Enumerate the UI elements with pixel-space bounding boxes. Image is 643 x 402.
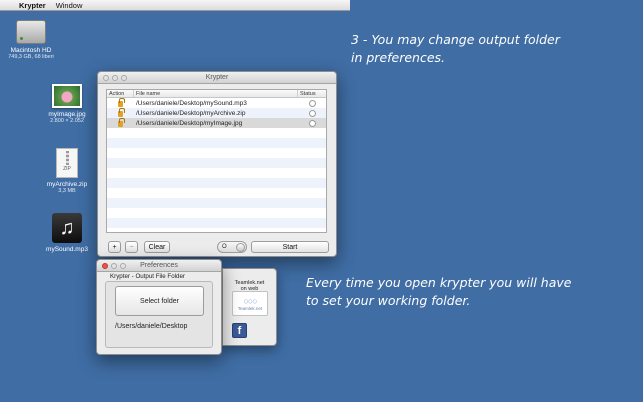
column-header-status[interactable]: Status [298,90,326,97]
menu-bar: Krypter Window [0,0,350,11]
close-button[interactable] [102,263,108,269]
desktop-icon-macintosh-hd[interactable]: Macintosh HD 749,3 GB, 68 liberi [4,20,58,61]
window-title: Krypter [205,74,229,81]
desktop-icon-myarchive[interactable]: ZIP myArchive.zip 3,3 MB [40,148,94,195]
desktop-icon-sublabel: 2.800 × 2.052 [50,118,84,124]
status-indicator [308,119,316,127]
file-name-cell: /Users/daniele/Desktop/myImage.jpg [136,119,243,127]
table-row[interactable]: /Users/daniele/Desktop/myImage.jpg [107,117,326,128]
music-file-icon: ♫ [52,213,82,243]
window-title: Preferences [140,262,178,269]
remove-file-button[interactable]: − [125,241,138,253]
zoom-button[interactable] [121,75,127,81]
table-row[interactable]: /Users/daniele/Desktop/myArchive.zip [107,107,326,118]
caption-top: 3 - You may change output folder in pref… [351,32,560,65]
desktop-icon-sublabel: 749,3 GB, 68 liberi [8,54,54,60]
minimize-button[interactable] [111,263,117,269]
column-header-action[interactable]: Action [107,90,134,97]
toggle-label: O [222,244,227,250]
rings-icon: ○○○ [243,296,257,306]
desktop-icon-label: Macintosh HD [10,47,52,54]
hard-drive-icon [16,20,46,44]
column-header-file-name[interactable]: File name [134,90,298,97]
select-folder-button[interactable]: Select folder [115,286,204,316]
teamlek-logo[interactable]: ○○○ Teamlek.net [232,291,268,316]
output-folder-path: /Users/daniele/Desktop [115,323,188,330]
close-button[interactable] [103,75,109,81]
zoom-button[interactable] [120,263,126,269]
teamlek-logo-text: Teamlek.net [237,306,263,311]
encrypt-toggle[interactable]: O [217,241,247,253]
file-name-cell: /Users/daniele/Desktop/mySound.mp3 [136,99,247,107]
lock-icon[interactable] [118,117,125,127]
menu-window[interactable]: Window [56,1,83,10]
caption-bottom: Every time you open krypter you will hav… [306,275,572,308]
facebook-icon[interactable]: f [232,323,247,338]
krypter-window: Krypter Action File name Status /Users/d… [97,71,337,257]
toggle-knob [236,242,245,252]
menu-app-krypter[interactable]: Krypter [19,1,46,10]
table-row[interactable]: /Users/daniele/Desktop/mySound.mp3 [107,97,326,108]
desktop-icon-label: myArchive.zip [46,181,88,188]
minimize-button[interactable] [112,75,118,81]
teamlek-side-panel: Teamlek.net on web ○○○ Teamlek.net f [222,268,277,346]
lock-icon[interactable] [118,97,125,107]
empty-rows [107,128,326,232]
desktop-icon-label: myImage.jpg [48,111,86,118]
file-list-header: Action File name Status [107,90,326,98]
preferences-titlebar[interactable]: Preferences [97,260,221,272]
status-indicator [308,99,316,107]
file-list-table[interactable]: Action File name Status /Users/daniele/D… [106,89,327,233]
start-button[interactable]: Start [251,241,329,253]
desktop-icon-mysound[interactable]: ♫ mySound.mp3 [40,213,94,253]
preferences-window: Preferences Krypter - Output File Folder… [96,259,222,355]
lock-icon[interactable] [118,107,125,117]
clear-button[interactable]: Clear [144,241,170,253]
desktop-icon-label: mySound.mp3 [46,246,88,253]
add-file-button[interactable]: + [108,241,121,253]
image-thumbnail-icon [52,84,82,108]
krypter-titlebar[interactable]: Krypter [98,72,336,84]
desktop-icon-myimage[interactable]: myImage.jpg 2.800 × 2.052 [40,84,94,125]
file-name-cell: /Users/daniele/Desktop/myArchive.zip [136,109,246,117]
status-indicator [308,109,316,117]
output-folder-group-label: Krypter - Output File Folder [110,273,185,280]
desktop-icon-sublabel: 3,3 MB [58,188,76,194]
zip-file-icon: ZIP [56,148,78,178]
